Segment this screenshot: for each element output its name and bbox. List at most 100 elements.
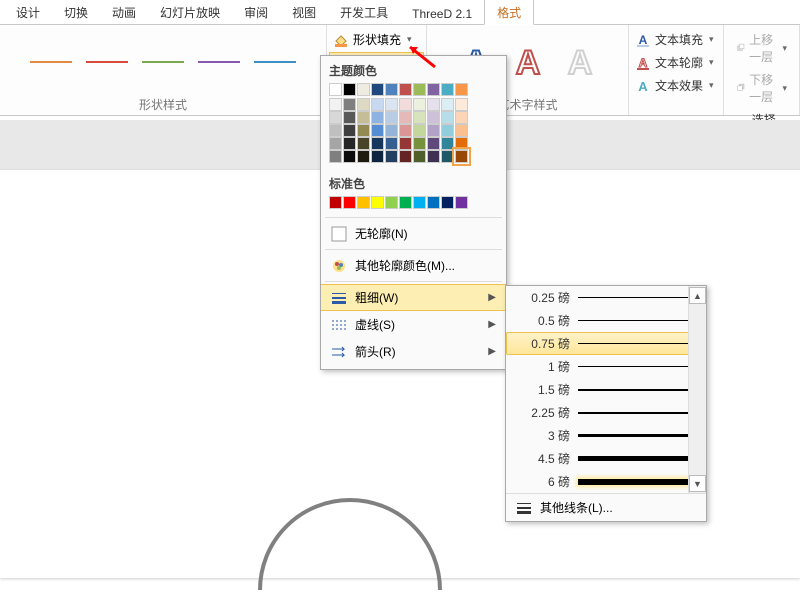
scroll-down-button[interactable]: ▼ [689,475,706,492]
weight-option[interactable]: 3 磅 [506,424,706,447]
color-swatch[interactable] [371,111,384,124]
style-preset-2[interactable] [86,61,128,63]
selected-arc-shape[interactable] [250,490,450,610]
weight-option[interactable]: 1 磅 [506,355,706,378]
more-outline-colors-item[interactable]: 其他轮廓颜色(M)... [321,252,506,279]
color-swatch[interactable] [441,111,454,124]
tab-review[interactable]: 审阅 [232,0,280,24]
color-swatch[interactable] [413,196,426,209]
color-swatch[interactable] [427,124,440,137]
color-swatch[interactable] [441,83,454,96]
color-swatch[interactable] [455,196,468,209]
color-swatch[interactable] [385,124,398,137]
color-swatch[interactable] [441,98,454,111]
color-swatch[interactable] [441,150,454,163]
weight-option[interactable]: 1.5 磅 [506,378,706,401]
text-outline-button[interactable]: A 文本轮廓▾ [631,52,721,73]
color-swatch[interactable] [413,137,426,150]
color-swatch[interactable] [329,137,342,150]
style-preset-1[interactable] [30,61,72,63]
color-swatch[interactable] [455,98,468,111]
color-swatch[interactable] [343,83,356,96]
tab-animations[interactable]: 动画 [100,0,148,24]
color-swatch[interactable] [427,137,440,150]
color-swatch[interactable] [427,83,440,96]
color-swatch[interactable] [413,124,426,137]
tab-design[interactable]: 设计 [4,0,52,24]
color-swatch[interactable] [399,124,412,137]
color-swatch[interactable] [329,98,342,111]
color-swatch[interactable] [329,111,342,124]
color-swatch[interactable] [357,150,370,163]
text-fill-button[interactable]: A 文本填充▾ [631,29,721,50]
color-swatch[interactable] [427,150,440,163]
color-swatch[interactable] [455,111,468,124]
color-swatch[interactable] [329,150,342,163]
color-swatch[interactable] [371,98,384,111]
wordart-style-2[interactable]: A [504,38,552,86]
wordart-style-3[interactable]: A [556,38,604,86]
color-swatch[interactable] [427,111,440,124]
color-swatch[interactable] [371,83,384,96]
color-swatch[interactable] [357,124,370,137]
color-swatch[interactable] [413,111,426,124]
color-swatch[interactable] [357,83,370,96]
color-swatch[interactable] [371,124,384,137]
color-swatch[interactable] [399,111,412,124]
send-backward-button[interactable]: 下移一层▾ [732,69,791,107]
color-swatch[interactable] [455,137,468,150]
color-swatch[interactable] [343,196,356,209]
color-swatch[interactable] [343,111,356,124]
no-outline-item[interactable]: 无轮廓(N) [321,220,506,247]
color-swatch[interactable] [385,196,398,209]
weight-option[interactable]: 6 磅 [506,470,706,493]
color-swatch[interactable] [399,98,412,111]
color-swatch[interactable] [343,137,356,150]
color-swatch[interactable] [399,83,412,96]
tab-transitions[interactable]: 切换 [52,0,100,24]
weight-option[interactable]: 0.75 磅 [506,332,706,355]
color-swatch[interactable] [413,98,426,111]
weight-option[interactable]: 2.25 磅 [506,401,706,424]
tab-developer[interactable]: 开发工具 [328,0,400,24]
color-swatch[interactable] [455,83,468,96]
color-swatch[interactable] [399,137,412,150]
color-swatch[interactable] [329,83,342,96]
color-swatch[interactable] [441,137,454,150]
color-swatch[interactable] [385,137,398,150]
color-swatch[interactable] [399,196,412,209]
color-swatch[interactable] [371,196,384,209]
color-swatch[interactable] [385,111,398,124]
color-swatch[interactable] [385,83,398,96]
color-swatch[interactable] [455,150,468,163]
tab-format[interactable]: 格式 [484,0,534,25]
color-swatch[interactable] [329,124,342,137]
style-preset-4[interactable] [198,61,240,63]
color-swatch[interactable] [357,111,370,124]
color-swatch[interactable] [357,196,370,209]
color-swatch[interactable] [357,98,370,111]
color-swatch[interactable] [329,196,342,209]
style-preset-5[interactable] [254,61,296,63]
dashes-submenu-item[interactable]: 虚线(S) ▶ [321,311,506,338]
bring-forward-button[interactable]: 上移一层▾ [732,29,791,67]
color-swatch[interactable] [413,150,426,163]
tab-slideshow[interactable]: 幻灯片放映 [148,0,232,24]
weight-option[interactable]: 0.5 磅 [506,309,706,332]
color-swatch[interactable] [343,98,356,111]
color-swatch[interactable] [371,150,384,163]
color-swatch[interactable] [441,124,454,137]
color-swatch[interactable] [357,137,370,150]
scroll-up-button[interactable]: ▲ [689,287,706,304]
color-swatch[interactable] [427,196,440,209]
color-swatch[interactable] [427,98,440,111]
color-swatch[interactable] [413,83,426,96]
color-swatch[interactable] [343,124,356,137]
color-swatch[interactable] [441,196,454,209]
arrows-submenu-item[interactable]: 箭头(R) ▶ [321,338,506,365]
scrollbar[interactable]: ▲ ▼ [688,286,706,493]
style-preset-3[interactable] [142,61,184,63]
color-swatch[interactable] [455,124,468,137]
color-swatch[interactable] [385,98,398,111]
weight-option[interactable]: 4.5 磅 [506,447,706,470]
